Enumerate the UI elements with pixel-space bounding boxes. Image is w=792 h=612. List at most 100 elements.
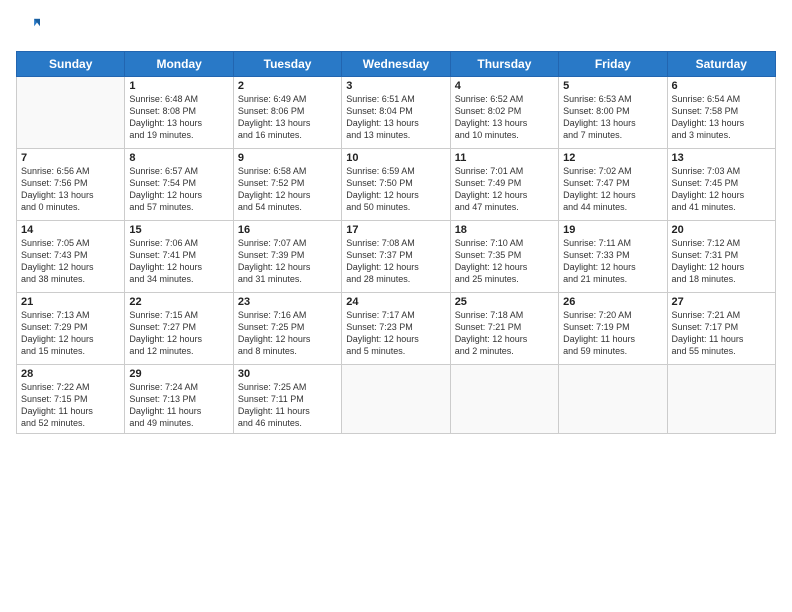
calendar-cell: 11Sunrise: 7:01 AM Sunset: 7:49 PM Dayli… — [450, 149, 558, 221]
calendar-cell: 23Sunrise: 7:16 AM Sunset: 7:25 PM Dayli… — [233, 293, 341, 365]
day-number: 11 — [455, 152, 554, 164]
day-info: Sunrise: 7:02 AM Sunset: 7:47 PM Dayligh… — [563, 165, 662, 214]
day-number: 12 — [563, 152, 662, 164]
weekday-header-tuesday: Tuesday — [233, 52, 341, 77]
calendar-cell: 1Sunrise: 6:48 AM Sunset: 8:08 PM Daylig… — [125, 77, 233, 149]
day-info: Sunrise: 7:15 AM Sunset: 7:27 PM Dayligh… — [129, 309, 228, 358]
day-number: 25 — [455, 296, 554, 308]
weekday-header-thursday: Thursday — [450, 52, 558, 77]
calendar-cell: 6Sunrise: 6:54 AM Sunset: 7:58 PM Daylig… — [667, 77, 775, 149]
day-number: 29 — [129, 368, 228, 380]
calendar-cell: 15Sunrise: 7:06 AM Sunset: 7:41 PM Dayli… — [125, 221, 233, 293]
day-info: Sunrise: 7:10 AM Sunset: 7:35 PM Dayligh… — [455, 237, 554, 286]
calendar-cell: 4Sunrise: 6:52 AM Sunset: 8:02 PM Daylig… — [450, 77, 558, 149]
day-info: Sunrise: 6:52 AM Sunset: 8:02 PM Dayligh… — [455, 93, 554, 142]
calendar-cell: 3Sunrise: 6:51 AM Sunset: 8:04 PM Daylig… — [342, 77, 450, 149]
day-info: Sunrise: 7:03 AM Sunset: 7:45 PM Dayligh… — [672, 165, 771, 214]
day-info: Sunrise: 7:25 AM Sunset: 7:11 PM Dayligh… — [238, 381, 337, 430]
day-number: 26 — [563, 296, 662, 308]
day-number: 13 — [672, 152, 771, 164]
day-number: 22 — [129, 296, 228, 308]
day-number: 20 — [672, 224, 771, 236]
calendar-cell: 14Sunrise: 7:05 AM Sunset: 7:43 PM Dayli… — [17, 221, 125, 293]
day-info: Sunrise: 7:18 AM Sunset: 7:21 PM Dayligh… — [455, 309, 554, 358]
day-number: 17 — [346, 224, 445, 236]
calendar-cell: 10Sunrise: 6:59 AM Sunset: 7:50 PM Dayli… — [342, 149, 450, 221]
day-info: Sunrise: 6:58 AM Sunset: 7:52 PM Dayligh… — [238, 165, 337, 214]
day-number: 23 — [238, 296, 337, 308]
calendar-cell: 25Sunrise: 7:18 AM Sunset: 7:21 PM Dayli… — [450, 293, 558, 365]
calendar-week-4: 21Sunrise: 7:13 AM Sunset: 7:29 PM Dayli… — [17, 293, 776, 365]
calendar-cell: 24Sunrise: 7:17 AM Sunset: 7:23 PM Dayli… — [342, 293, 450, 365]
day-number: 28 — [21, 368, 120, 380]
calendar-week-1: 1Sunrise: 6:48 AM Sunset: 8:08 PM Daylig… — [17, 77, 776, 149]
calendar-cell: 16Sunrise: 7:07 AM Sunset: 7:39 PM Dayli… — [233, 221, 341, 293]
day-info: Sunrise: 6:59 AM Sunset: 7:50 PM Dayligh… — [346, 165, 445, 214]
day-number: 30 — [238, 368, 337, 380]
day-number: 7 — [21, 152, 120, 164]
day-info: Sunrise: 7:08 AM Sunset: 7:37 PM Dayligh… — [346, 237, 445, 286]
weekday-header-monday: Monday — [125, 52, 233, 77]
calendar-cell — [667, 365, 775, 434]
day-number: 2 — [238, 80, 337, 92]
day-info: Sunrise: 6:48 AM Sunset: 8:08 PM Dayligh… — [129, 93, 228, 142]
day-number: 14 — [21, 224, 120, 236]
day-number: 6 — [672, 80, 771, 92]
calendar-week-2: 7Sunrise: 6:56 AM Sunset: 7:56 PM Daylig… — [17, 149, 776, 221]
calendar-week-3: 14Sunrise: 7:05 AM Sunset: 7:43 PM Dayli… — [17, 221, 776, 293]
day-info: Sunrise: 7:16 AM Sunset: 7:25 PM Dayligh… — [238, 309, 337, 358]
calendar-cell: 27Sunrise: 7:21 AM Sunset: 7:17 PM Dayli… — [667, 293, 775, 365]
day-info: Sunrise: 7:20 AM Sunset: 7:19 PM Dayligh… — [563, 309, 662, 358]
day-number: 8 — [129, 152, 228, 164]
calendar-cell: 7Sunrise: 6:56 AM Sunset: 7:56 PM Daylig… — [17, 149, 125, 221]
header — [16, 16, 776, 43]
day-info: Sunrise: 7:22 AM Sunset: 7:15 PM Dayligh… — [21, 381, 120, 430]
calendar-cell — [450, 365, 558, 434]
calendar-cell: 20Sunrise: 7:12 AM Sunset: 7:31 PM Dayli… — [667, 221, 775, 293]
day-info: Sunrise: 7:06 AM Sunset: 7:41 PM Dayligh… — [129, 237, 228, 286]
weekday-header-friday: Friday — [559, 52, 667, 77]
day-number: 24 — [346, 296, 445, 308]
day-info: Sunrise: 7:17 AM Sunset: 7:23 PM Dayligh… — [346, 309, 445, 358]
day-info: Sunrise: 6:51 AM Sunset: 8:04 PM Dayligh… — [346, 93, 445, 142]
day-number: 16 — [238, 224, 337, 236]
logo — [16, 16, 40, 43]
day-info: Sunrise: 7:01 AM Sunset: 7:49 PM Dayligh… — [455, 165, 554, 214]
day-number: 19 — [563, 224, 662, 236]
day-info: Sunrise: 7:21 AM Sunset: 7:17 PM Dayligh… — [672, 309, 771, 358]
day-number: 9 — [238, 152, 337, 164]
calendar-cell: 30Sunrise: 7:25 AM Sunset: 7:11 PM Dayli… — [233, 365, 341, 434]
calendar-cell: 13Sunrise: 7:03 AM Sunset: 7:45 PM Dayli… — [667, 149, 775, 221]
calendar-cell: 12Sunrise: 7:02 AM Sunset: 7:47 PM Dayli… — [559, 149, 667, 221]
calendar-cell: 17Sunrise: 7:08 AM Sunset: 7:37 PM Dayli… — [342, 221, 450, 293]
calendar-cell: 21Sunrise: 7:13 AM Sunset: 7:29 PM Dayli… — [17, 293, 125, 365]
day-info: Sunrise: 7:13 AM Sunset: 7:29 PM Dayligh… — [21, 309, 120, 358]
day-info: Sunrise: 7:12 AM Sunset: 7:31 PM Dayligh… — [672, 237, 771, 286]
main-container: SundayMondayTuesdayWednesdayThursdayFrid… — [0, 0, 792, 612]
day-info: Sunrise: 7:07 AM Sunset: 7:39 PM Dayligh… — [238, 237, 337, 286]
calendar-table: SundayMondayTuesdayWednesdayThursdayFrid… — [16, 51, 776, 434]
weekday-header-sunday: Sunday — [17, 52, 125, 77]
day-number: 10 — [346, 152, 445, 164]
calendar-cell: 9Sunrise: 6:58 AM Sunset: 7:52 PM Daylig… — [233, 149, 341, 221]
calendar-cell: 29Sunrise: 7:24 AM Sunset: 7:13 PM Dayli… — [125, 365, 233, 434]
calendar-cell — [559, 365, 667, 434]
day-info: Sunrise: 7:11 AM Sunset: 7:33 PM Dayligh… — [563, 237, 662, 286]
weekday-header-saturday: Saturday — [667, 52, 775, 77]
day-info: Sunrise: 6:53 AM Sunset: 8:00 PM Dayligh… — [563, 93, 662, 142]
day-number: 15 — [129, 224, 228, 236]
day-number: 3 — [346, 80, 445, 92]
calendar-cell — [17, 77, 125, 149]
day-info: Sunrise: 6:49 AM Sunset: 8:06 PM Dayligh… — [238, 93, 337, 142]
day-info: Sunrise: 7:24 AM Sunset: 7:13 PM Dayligh… — [129, 381, 228, 430]
day-number: 4 — [455, 80, 554, 92]
calendar-cell — [342, 365, 450, 434]
calendar-week-5: 28Sunrise: 7:22 AM Sunset: 7:15 PM Dayli… — [17, 365, 776, 434]
day-info: Sunrise: 6:57 AM Sunset: 7:54 PM Dayligh… — [129, 165, 228, 214]
weekday-header-row: SundayMondayTuesdayWednesdayThursdayFrid… — [17, 52, 776, 77]
weekday-header-wednesday: Wednesday — [342, 52, 450, 77]
day-number: 21 — [21, 296, 120, 308]
calendar-cell: 5Sunrise: 6:53 AM Sunset: 8:00 PM Daylig… — [559, 77, 667, 149]
calendar-cell: 26Sunrise: 7:20 AM Sunset: 7:19 PM Dayli… — [559, 293, 667, 365]
day-number: 1 — [129, 80, 228, 92]
